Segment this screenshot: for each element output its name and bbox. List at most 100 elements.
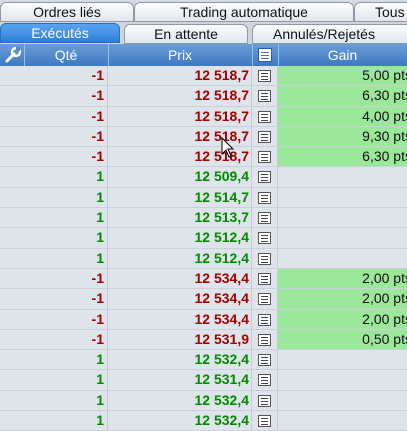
cell-gain xyxy=(278,167,407,187)
cell-gain xyxy=(278,248,407,268)
tab-executes[interactable]: Exécutés xyxy=(0,23,120,43)
tab-tous[interactable]: Tous xyxy=(354,2,407,22)
cell-gain: 9,30 pts xyxy=(278,126,407,147)
cell-gain: 5,00 pts xyxy=(278,66,407,86)
order-details-icon[interactable] xyxy=(252,228,278,248)
order-details-icon[interactable] xyxy=(252,187,278,208)
cell-prix: 12 531,9 xyxy=(108,329,252,350)
tab-ordres-lies[interactable]: Ordres liés xyxy=(0,2,134,22)
row-selector[interactable] xyxy=(0,228,24,248)
table-row[interactable]: -112 518,76,30 pts xyxy=(0,147,407,168)
cell-qty: -1 xyxy=(24,66,108,86)
cell-prix: 12 531,4 xyxy=(108,370,252,390)
cell-prix: 12 518,7 xyxy=(108,86,252,106)
table-row[interactable]: -112 518,79,30 pts xyxy=(0,126,407,148)
order-details-icon[interactable] xyxy=(252,390,278,411)
order-details-icon[interactable] xyxy=(252,126,278,147)
table-row[interactable]: -112 531,9 0,50 pts xyxy=(0,329,407,351)
cell-prix: 12 518,7 xyxy=(108,66,252,86)
column-header-prix[interactable]: Prix xyxy=(108,44,252,66)
order-details-icon[interactable] xyxy=(252,289,278,309)
row-selector[interactable] xyxy=(0,208,24,228)
cell-qty: 1 xyxy=(24,350,108,370)
row-selector[interactable] xyxy=(0,289,24,309)
row-selector[interactable] xyxy=(0,106,24,126)
column-header-details-icon[interactable] xyxy=(252,44,278,66)
cell-qty: -1 xyxy=(24,289,108,309)
order-details-icon[interactable] xyxy=(252,411,278,431)
row-selector[interactable] xyxy=(0,268,24,289)
cell-gain: 6,30 pts xyxy=(278,86,407,106)
cell-qty: 1 xyxy=(24,167,108,187)
table-row[interactable]: 1 12 514,7 xyxy=(0,187,407,209)
cell-gain xyxy=(278,208,407,228)
order-details-icon[interactable] xyxy=(252,147,278,167)
cell-qty: 1 xyxy=(24,411,108,431)
grid-header: Qté Prix Gain xyxy=(0,44,407,67)
executed-orders-grid: -112 518,75,00 pts-112 518,76,30 pts-112… xyxy=(0,66,407,431)
cell-qty: 1 xyxy=(24,187,108,208)
row-selector[interactable] xyxy=(0,309,24,329)
settings-wrench-icon[interactable] xyxy=(4,44,22,66)
order-details-icon[interactable] xyxy=(252,329,278,350)
row-selector[interactable] xyxy=(0,329,24,350)
table-row[interactable]: -112 518,7 5,00 pts xyxy=(0,66,407,87)
order-details-icon[interactable] xyxy=(252,309,278,329)
column-header-gain[interactable]: Gain xyxy=(278,44,407,66)
table-row[interactable]: 1 12 512,4 xyxy=(0,228,407,249)
row-selector[interactable] xyxy=(0,66,24,86)
tab-strip-bottom: Exécutés En attente Annulés/Rejetés xyxy=(0,22,407,44)
table-row[interactable]: 1 12 532,4 xyxy=(0,411,407,431)
table-row[interactable]: -112 518,7 4,00 pts xyxy=(0,106,407,127)
order-details-icon[interactable] xyxy=(252,66,278,86)
order-details-icon[interactable] xyxy=(252,167,278,187)
table-row[interactable]: -112 534,4 2,00 pts xyxy=(0,309,407,330)
row-selector[interactable] xyxy=(0,370,24,390)
order-details-icon[interactable] xyxy=(252,106,278,126)
order-details-icon[interactable] xyxy=(252,86,278,106)
cell-gain: 2,00 pts xyxy=(278,268,407,289)
table-row[interactable]: -112 534,4 2,00 pts xyxy=(0,268,407,290)
row-selector[interactable] xyxy=(0,390,24,411)
cell-prix: 12 534,4 xyxy=(108,289,252,309)
cell-prix: 12 518,7 xyxy=(108,106,252,126)
row-selector[interactable] xyxy=(0,350,24,370)
cell-gain xyxy=(278,411,407,431)
tab-annules-rejetes[interactable]: Annulés/Rejetés xyxy=(252,24,407,44)
column-header-qty[interactable]: Qté xyxy=(24,44,108,66)
cell-prix: 12 534,4 xyxy=(108,309,252,329)
cell-gain xyxy=(278,370,407,390)
order-details-icon[interactable] xyxy=(252,350,278,370)
order-details-icon[interactable] xyxy=(252,208,278,228)
table-row[interactable]: 1 12 512,4 xyxy=(0,248,407,269)
table-row[interactable]: 1 12 513,7 xyxy=(0,208,407,229)
table-row[interactable]: -112 534,4 2,00 pts xyxy=(0,289,407,310)
cell-qty: -1 xyxy=(24,86,108,106)
cell-prix: 12 534,4 xyxy=(108,268,252,289)
row-selector[interactable] xyxy=(0,86,24,106)
cell-gain: 0,50 pts xyxy=(278,329,407,350)
cell-prix: 12 532,4 xyxy=(108,411,252,431)
table-row[interactable]: 1 12 509,4 xyxy=(0,167,407,188)
tab-en-attente[interactable]: En attente xyxy=(124,24,248,44)
cell-qty: 1 xyxy=(24,208,108,228)
table-row[interactable]: 1 12 532,4 xyxy=(0,390,407,412)
cell-gain: 4,00 pts xyxy=(278,106,407,126)
row-selector[interactable] xyxy=(0,187,24,208)
row-selector[interactable] xyxy=(0,147,24,167)
table-row[interactable]: -112 518,7 6,30 pts xyxy=(0,86,407,107)
mouse-pointer-icon xyxy=(221,137,235,158)
table-row[interactable]: 1 12 532,4 xyxy=(0,350,407,371)
row-selector[interactable] xyxy=(0,167,24,187)
row-selector[interactable] xyxy=(0,126,24,147)
cell-qty: 1 xyxy=(24,370,108,390)
row-selector[interactable] xyxy=(0,248,24,268)
table-row[interactable]: 1 12 531,4 xyxy=(0,370,407,391)
row-selector[interactable] xyxy=(0,411,24,431)
order-details-icon[interactable] xyxy=(252,248,278,268)
cell-qty: -1 xyxy=(24,268,108,289)
order-details-icon[interactable] xyxy=(252,370,278,390)
order-details-icon[interactable] xyxy=(252,268,278,289)
cell-qty: -1 xyxy=(24,126,108,147)
tab-trading-automatique[interactable]: Trading automatique xyxy=(134,2,354,22)
